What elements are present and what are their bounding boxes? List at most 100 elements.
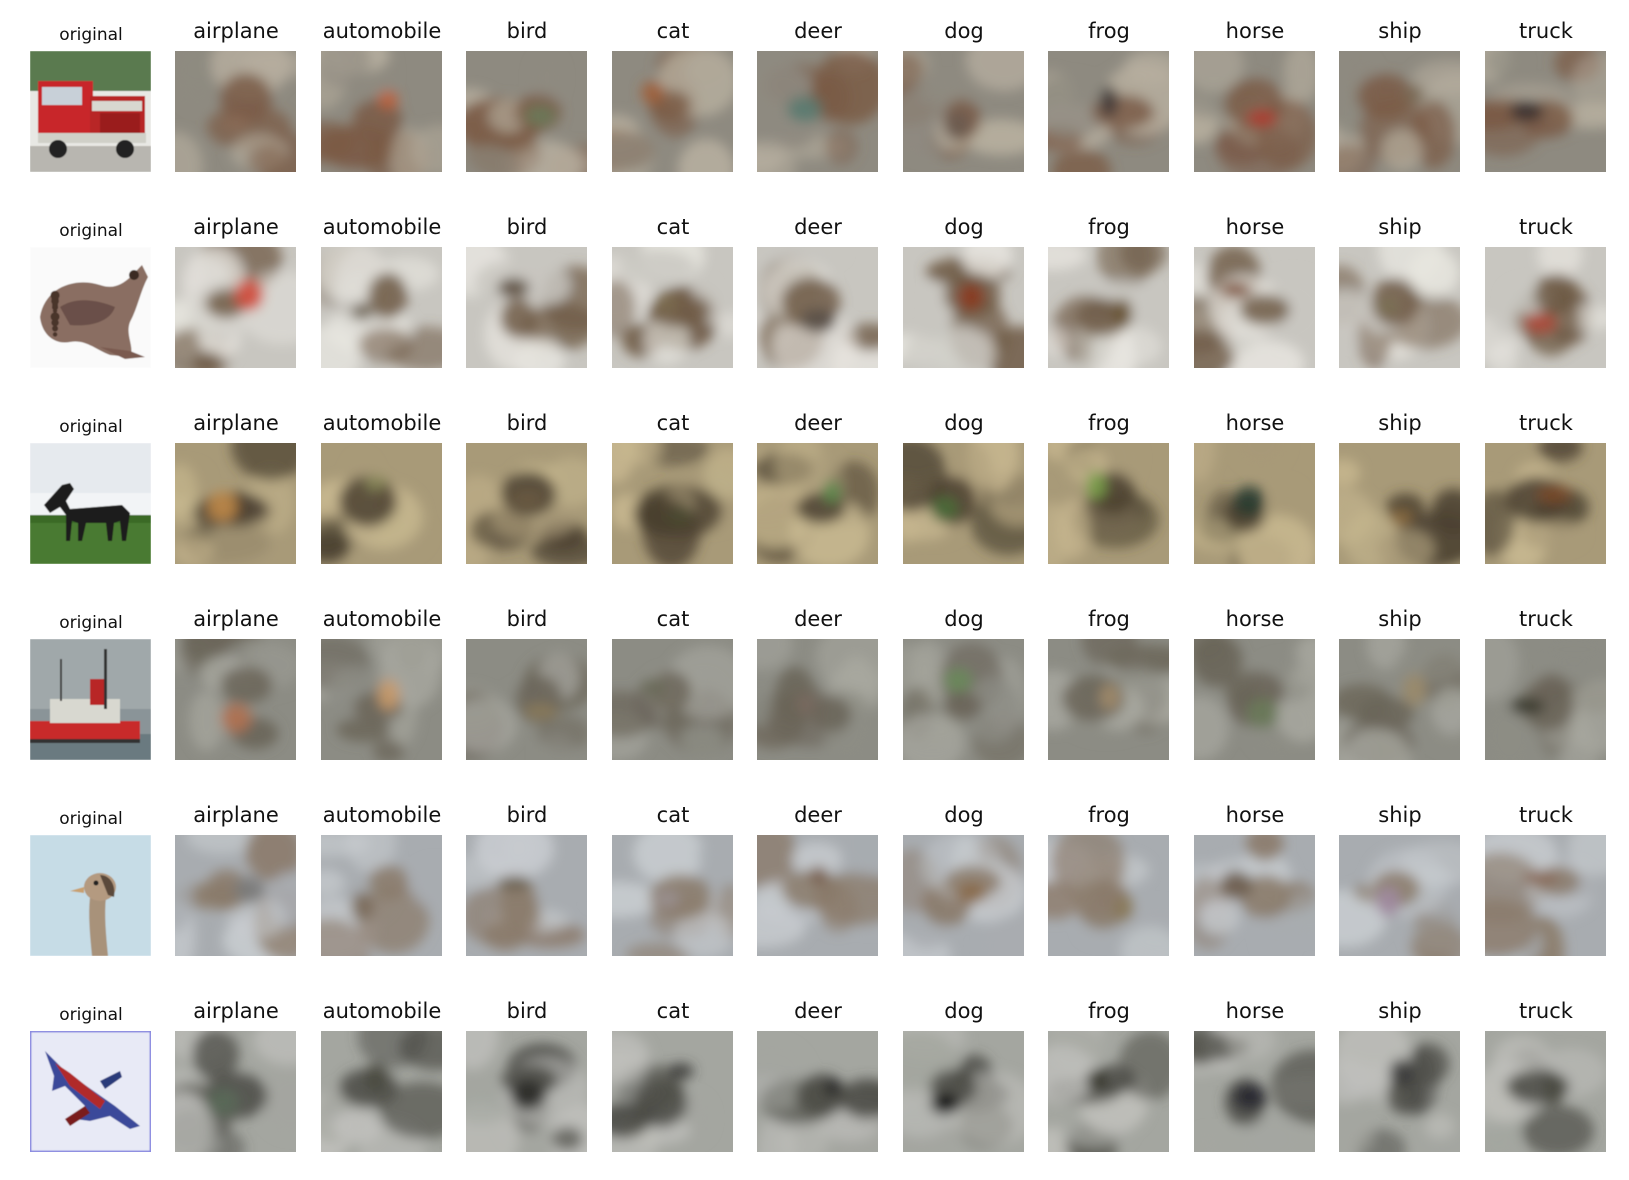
class-label: cat [656,215,690,239]
reconstruction-image [466,51,587,172]
original-label: original [59,1005,123,1025]
class-label: automobile [322,607,442,631]
reconstruction-image [1339,639,1460,760]
reconstruction-image [321,835,442,956]
reconstruction-cell: bird [466,12,588,192]
class-label: cat [656,803,690,827]
reconstruction-image [1485,1031,1606,1152]
reconstruction-image [321,1031,442,1152]
reconstruction-cell: ship [1339,12,1461,192]
class-label: automobile [322,19,442,43]
reconstruction-cell: frog [1048,404,1170,584]
reconstruction-cell: airplane [175,992,297,1172]
original-image [30,835,151,956]
class-label: bird [506,607,548,631]
class-label: ship [1378,19,1422,43]
original-label: original [59,613,123,633]
original-image [30,247,151,368]
reconstruction-image [612,247,733,368]
original-image [30,51,151,172]
class-label: horse [1225,215,1285,239]
reconstruction-cell: automobile [321,404,443,584]
class-label: deer [794,411,842,435]
reconstruction-cell: ship [1339,208,1461,388]
class-label: dog [944,19,984,43]
reconstruction-image [612,1031,733,1152]
reconstruction-image [1194,51,1315,172]
reconstruction-image [175,51,296,172]
reconstruction-cell: deer [757,796,879,976]
reconstruction-cell: truck [1485,992,1607,1172]
reconstruction-image [466,835,587,956]
class-label: horse [1225,411,1285,435]
reconstruction-cell: bird [466,796,588,976]
reconstruction-image [903,639,1024,760]
class-label: truck [1519,607,1573,631]
class-label: bird [506,19,548,43]
reconstruction-image [757,51,878,172]
original-cell: original [30,208,152,388]
reconstruction-image [466,247,587,368]
class-label: automobile [322,803,442,827]
reconstruction-cell: bird [466,600,588,780]
class-label: airplane [193,607,279,631]
reconstruction-image [1485,247,1606,368]
reconstruction-cell: automobile [321,12,443,192]
class-label: truck [1519,19,1573,43]
reconstruction-image [1339,51,1460,172]
reconstruction-cell: frog [1048,208,1170,388]
class-label: deer [794,999,842,1023]
image-row: original airplane automobile bird cat deer dog… [0,796,1629,976]
reconstruction-cell: cat [612,208,734,388]
reconstruction-cell: dog [903,404,1025,584]
reconstruction-image [1048,443,1169,564]
original-image [30,443,151,564]
class-label: automobile [322,411,442,435]
class-label: frog [1088,411,1130,435]
original-cell: original [30,796,152,976]
reconstruction-cell: deer [757,12,879,192]
class-label: horse [1225,607,1285,631]
reconstruction-cell: airplane [175,12,297,192]
class-label: horse [1225,999,1285,1023]
class-label: horse [1225,19,1285,43]
reconstruction-image [1485,51,1606,172]
reconstruction-cell: bird [466,404,588,584]
class-label: cat [656,19,690,43]
reconstruction-cell: ship [1339,404,1461,584]
reconstruction-cell: cat [612,796,734,976]
reconstruction-image [175,1031,296,1152]
reconstruction-cell: truck [1485,12,1607,192]
reconstruction-cell: automobile [321,600,443,780]
reconstruction-cell: horse [1194,796,1316,976]
class-label: deer [794,19,842,43]
reconstruction-cell: truck [1485,208,1607,388]
reconstruction-image [1339,247,1460,368]
reconstruction-cell: cat [612,992,734,1172]
reconstruction-cell: horse [1194,208,1316,388]
class-label: bird [506,411,548,435]
reconstruction-cell: bird [466,992,588,1172]
reconstruction-image [903,443,1024,564]
class-label: deer [794,803,842,827]
original-image [30,1031,151,1152]
reconstruction-cell: ship [1339,796,1461,976]
image-row: original airplane automobile bird cat deer dog… [0,992,1629,1172]
reconstruction-cell: dog [903,12,1025,192]
class-label: cat [656,607,690,631]
original-image [30,639,151,760]
class-label: dog [944,607,984,631]
class-label: horse [1225,803,1285,827]
class-label: deer [794,607,842,631]
reconstruction-image [321,51,442,172]
reconstruction-image [1339,1031,1460,1152]
original-label: original [59,417,123,437]
class-label: dog [944,999,984,1023]
reconstruction-image [1194,443,1315,564]
reconstruction-cell: dog [903,208,1025,388]
class-label: truck [1519,803,1573,827]
image-row: original airplane automobile bird cat deer dog… [0,12,1629,192]
reconstruction-image [1048,1031,1169,1152]
reconstruction-cell: automobile [321,796,443,976]
reconstruction-image [757,835,878,956]
